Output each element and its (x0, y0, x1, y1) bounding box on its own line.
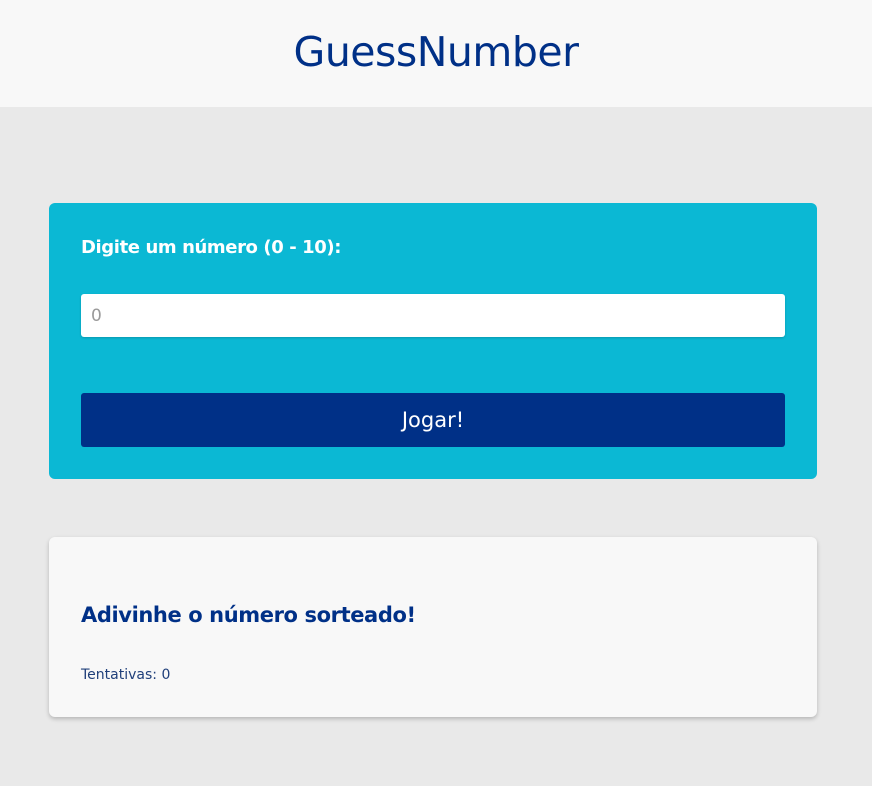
attempts-line: Tentativas: 0 (81, 667, 170, 683)
play-button[interactable]: Jogar! (81, 393, 785, 447)
result-title: Adivinhe o número sorteado! (81, 603, 416, 627)
guess-input-label: Digite um número (0 - 10): (81, 237, 342, 258)
app-header: GuessNumber (0, 0, 872, 107)
result-card: Adivinhe o número sorteado! Tentativas: … (49, 537, 817, 717)
attempts-count: 0 (161, 667, 171, 683)
app-title: GuessNumber (293, 27, 579, 76)
guess-form-card: Digite um número (0 - 10): Jogar! (49, 203, 817, 479)
guess-number-input[interactable] (81, 294, 785, 337)
attempts-label: Tentativas: (81, 667, 157, 683)
